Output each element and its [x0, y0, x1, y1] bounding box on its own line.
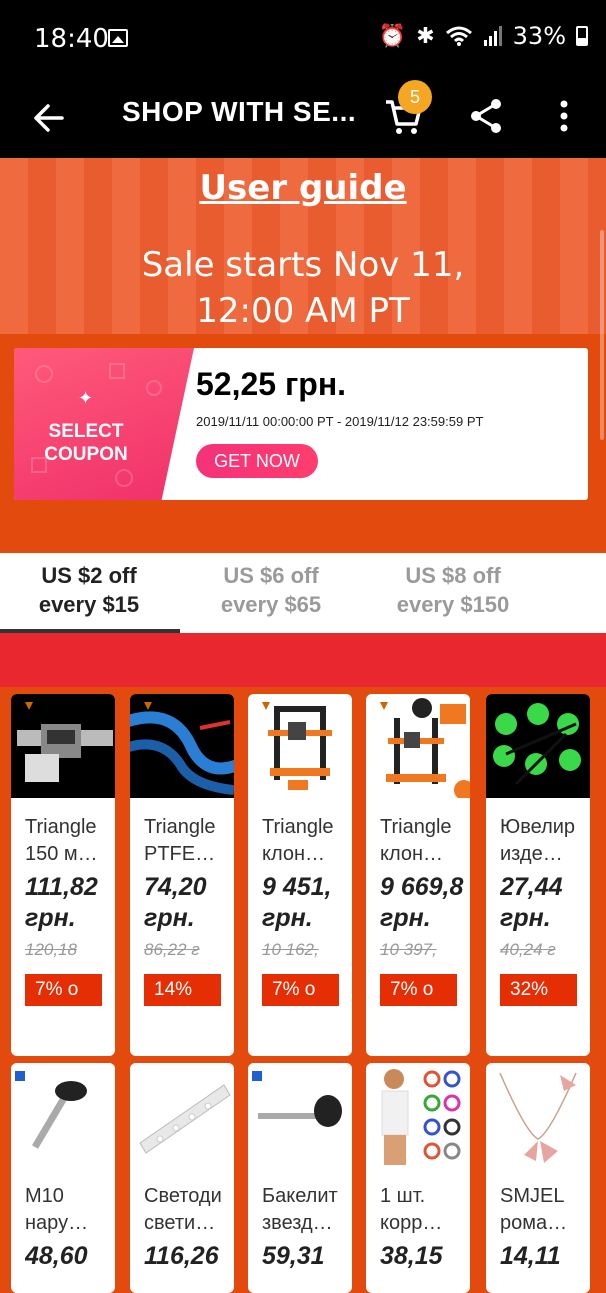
tab-8-off-150[interactable]: US $8 off every $150	[364, 561, 542, 619]
product-name: Triangle клон…	[380, 816, 452, 865]
share-icon[interactable]	[468, 96, 504, 136]
user-guide-link[interactable]: User guide	[0, 168, 606, 208]
sparkle-icon: ✦	[78, 388, 94, 408]
product-card[interactable]: Triangle PTFE… 74,20 грн. 86,22 г 14%	[130, 694, 234, 1056]
product-price: 9 669,8 грн.	[380, 873, 464, 932]
product-card[interactable]: Triangle 150 м… 111,82 грн. 120,18 7% o	[11, 694, 115, 1056]
tab-label-line-2: every $15	[38, 592, 140, 617]
product-price: 59,31	[262, 1242, 325, 1270]
tab-label-line-1: US $2 off	[41, 563, 137, 588]
tab-label-line-1: US $6 off	[223, 563, 319, 588]
discount-badge: 14%	[144, 974, 221, 1006]
battery-icon	[576, 26, 588, 46]
product-image-calipers	[11, 694, 115, 798]
tab-label-line-2: every $150	[396, 592, 510, 617]
select-coupon-panel[interactable]: ✦ SELECT COUPON	[14, 348, 194, 500]
section-divider	[0, 633, 606, 687]
product-old-price: 10 397,	[380, 940, 437, 959]
product-image-led-bar	[130, 1063, 234, 1167]
product-image-bakelite-bolt	[248, 1063, 352, 1167]
discount-badge: 7% o	[262, 974, 339, 1006]
product-name: Triangle 150 м…	[25, 816, 98, 865]
product-grid: Triangle 150 м… 111,82 грн. 120,18 7% o Tr…	[0, 687, 606, 1293]
product-name: Triangle PTFE…	[144, 816, 216, 865]
product-price: 116,26	[144, 1242, 219, 1270]
product-price: 9 451, грн.	[262, 873, 332, 932]
signal-icon	[483, 26, 502, 46]
tab-6-off-65[interactable]: US $6 off every $65	[182, 561, 360, 619]
sale-start-text: Sale starts Nov 11, 12:00 AM PT	[0, 242, 606, 334]
get-now-button[interactable]: GET NOW	[196, 444, 318, 478]
status-bar: 18:40 ⏰ ✱ 33%	[0, 0, 606, 78]
select-coupon-label: SELECT COUPON	[34, 420, 138, 466]
product-price: 27,44 грн.	[500, 873, 563, 932]
select-coupon-line-2: COUPON	[44, 444, 128, 465]
product-price: 14,11	[500, 1242, 561, 1270]
wifi-icon	[445, 26, 472, 46]
discount-badge: 7% o	[380, 974, 457, 1006]
product-card[interactable]: M10 нару… 48,60	[11, 1063, 115, 1293]
page-title: SHOP WITH SE...	[122, 96, 357, 127]
product-price: 48,60	[25, 1242, 88, 1270]
product-old-price: 40,24 г	[500, 940, 556, 959]
status-time: 18:40	[34, 24, 109, 54]
sale-line-1: Sale starts Nov 11,	[141, 245, 465, 285]
more-options-icon[interactable]	[552, 96, 576, 136]
discount-badge: 7% o	[25, 974, 102, 1006]
cart-count-badge: 5	[398, 80, 432, 114]
product-image-3d-printer	[248, 694, 352, 798]
product-old-price: 120,18	[25, 940, 77, 959]
product-name: Бакелит звезд…	[262, 1185, 338, 1234]
product-price: 111,82 грн.	[25, 873, 98, 932]
product-price: 74,20 грн.	[144, 873, 207, 932]
back-arrow-icon[interactable]	[28, 98, 68, 138]
coupon-card: ✦ SELECT COUPON 52,25 грн. 2019/11/11 00…	[14, 348, 588, 500]
status-icons: ⏰ ✱ 33%	[379, 22, 588, 50]
product-old-price: 86,22 г	[144, 940, 200, 959]
product-image-butterfly-necklace	[486, 1063, 590, 1167]
product-image-ptfe-tube	[130, 694, 234, 798]
tab-label-line-2: every $65	[220, 592, 322, 617]
tab-label-line-1: US $8 off	[405, 563, 501, 588]
app-toolbar: SHOP WITH SE... 5	[0, 78, 606, 158]
product-card[interactable]: Triangle клон… 9 451, грн. 10 162, 7% o	[248, 694, 352, 1056]
coupon-validity-dates: 2019/11/11 00:00:00 PT - 2019/11/12 23:5…	[196, 414, 484, 429]
battery-percent: 33%	[512, 22, 566, 50]
product-image-knob-bolt	[11, 1063, 115, 1167]
product-card[interactable]: Ювелир изде… 27,44 грн. 40,24 г 32%	[486, 694, 590, 1056]
product-name: SMJEL рома…	[500, 1185, 568, 1234]
product-name: Triangle клон…	[262, 816, 334, 865]
product-name: 1 шт. корр…	[380, 1185, 443, 1234]
product-image-prusa-printer	[366, 694, 470, 798]
product-image-corrector	[366, 1063, 470, 1167]
alarm-icon: ⏰	[378, 23, 407, 49]
select-coupon-line-1: SELECT	[48, 421, 124, 442]
product-card[interactable]: Светоди свети… 116,26	[130, 1063, 234, 1293]
product-price: 38,15	[380, 1242, 443, 1270]
page-scrollbar[interactable]	[600, 230, 604, 440]
coupon-amount: 52,25 грн.	[196, 366, 347, 402]
image-notification-icon	[108, 29, 128, 47]
coupon-tabs: US $2 off every $15 US $6 off every $65 …	[0, 553, 606, 633]
product-card[interactable]: Бакелит звезд… 59,31	[248, 1063, 352, 1293]
product-name: M10 нару…	[25, 1185, 89, 1234]
sale-line-2: 12:00 AM PT	[196, 291, 410, 331]
discount-badge: 32%	[500, 974, 577, 1006]
product-card[interactable]: 1 шт. корр… 38,15	[366, 1063, 470, 1293]
product-name: Светоди свети…	[144, 1185, 222, 1234]
product-card[interactable]: SMJEL рома… 14,11	[486, 1063, 590, 1293]
product-image-glow-beads	[486, 694, 590, 798]
product-card[interactable]: Triangle клон… 9 669,8 грн. 10 397, 7% o	[366, 694, 470, 1056]
tab-2-off-15[interactable]: US $2 off every $15	[0, 561, 178, 619]
bluetooth-icon: ✱	[416, 23, 435, 49]
product-old-price: 10 162,	[262, 940, 319, 959]
sale-banner: User guide Sale starts Nov 11, 12:00 AM …	[0, 158, 606, 334]
product-name: Ювелир изде…	[500, 816, 576, 865]
